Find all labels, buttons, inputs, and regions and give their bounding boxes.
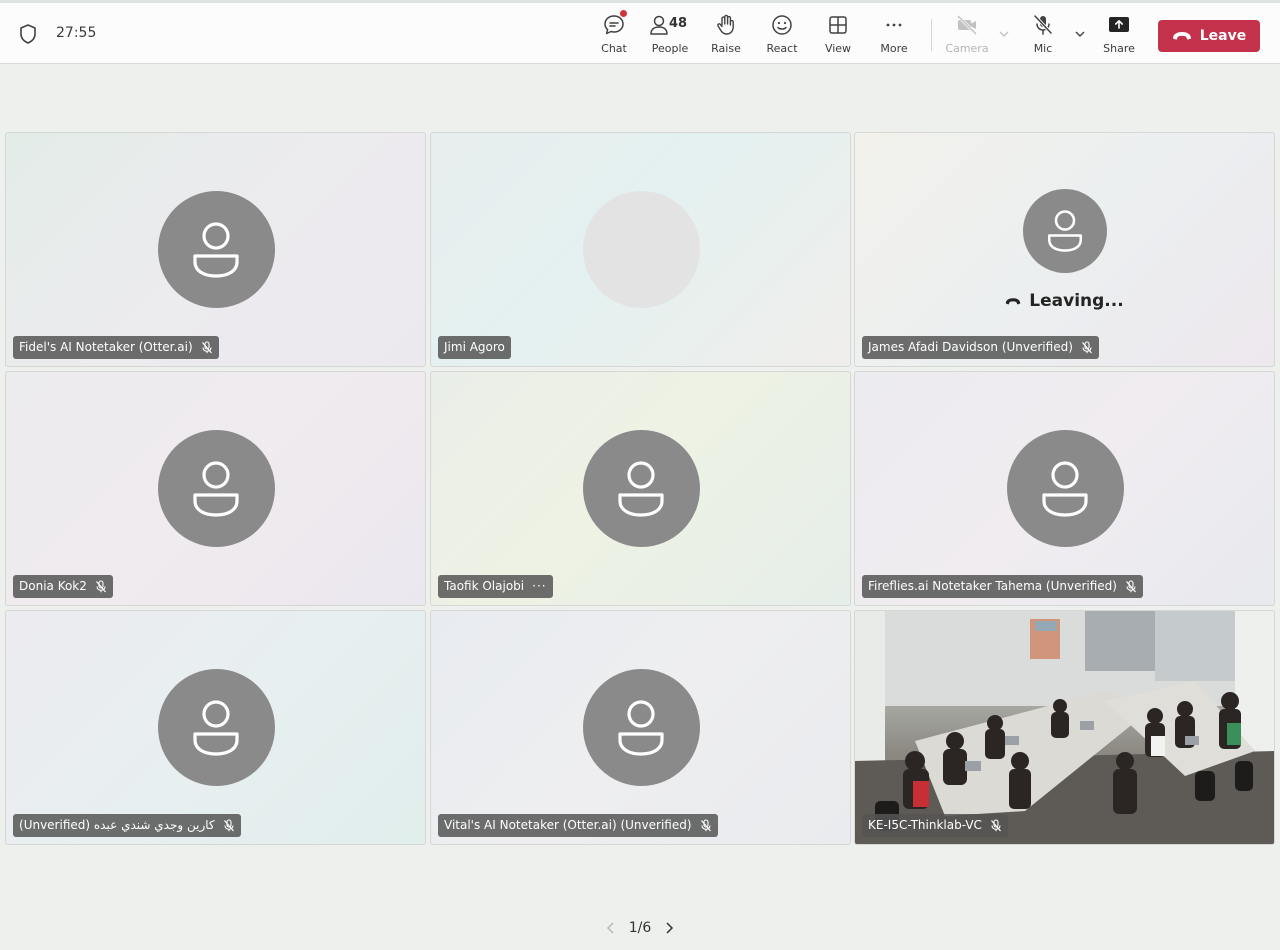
participant-tile[interactable]: Fidel's AI Notetaker (Otter.ai) <box>5 132 426 367</box>
avatar <box>1022 189 1107 273</box>
meeting-timer: 27:55 <box>56 25 97 41</box>
participant-name-tag: Fireflies.ai Notetaker Tahema (Unverifie… <box>862 575 1143 598</box>
avatar <box>157 191 275 308</box>
mic-options-chevron-icon[interactable] <box>1073 27 1087 41</box>
participant-tile[interactable]: Fireflies.ai Notetaker Tahema (Unverifie… <box>854 371 1275 606</box>
more-label: More <box>880 42 908 55</box>
hang-up-icon <box>1006 297 1021 305</box>
share-label: Share <box>1103 42 1135 55</box>
camera-button[interactable]: Camera <box>939 13 995 59</box>
mic-muted-icon <box>201 341 212 354</box>
mic-muted-icon <box>700 819 711 832</box>
previous-page-icon[interactable] <box>605 921 617 935</box>
people-count: 48 <box>669 16 688 31</box>
avatar <box>582 430 700 547</box>
people-icon: 48 <box>647 13 687 37</box>
emoji-icon <box>770 13 794 37</box>
camera-off-icon <box>955 13 979 37</box>
grid-view-icon <box>826 13 850 37</box>
participant-name: Taofik Olajobi <box>444 579 525 593</box>
participant-name: James Afadi Davidson (Unverified) <box>868 340 1073 354</box>
gallery-pagination: 1/6 <box>0 918 1280 938</box>
avatar <box>1006 430 1124 547</box>
leave-button[interactable]: Leave <box>1158 20 1260 52</box>
participant-name: Jimi Agoro <box>444 340 505 354</box>
mic-muted-icon <box>95 580 106 593</box>
raise-hand-button[interactable]: Raise <box>698 13 754 59</box>
more-icon <box>882 13 906 37</box>
chat-label: Chat <box>601 42 627 55</box>
share-button[interactable]: Share <box>1091 13 1147 59</box>
participant-tile[interactable]: Vital's AI Notetaker (Otter.ai) (Unverif… <box>430 610 851 845</box>
view-button[interactable]: View <box>810 13 866 59</box>
participant-name: Donia Kok2 <box>19 579 87 593</box>
meeting-toolbar: 27:55 Chat 48 People Raise React View Mo… <box>0 0 1280 64</box>
people-label: People <box>651 42 689 55</box>
camera-options-chevron-icon[interactable] <box>997 27 1011 41</box>
more-button[interactable]: More <box>866 13 922 59</box>
people-button[interactable]: 48 People <box>642 13 698 59</box>
participant-tile[interactable]: Taofik Olajobi ··· <box>430 371 851 606</box>
participant-tile[interactable]: كارين وجدي شندي عبده (Unverified) <box>5 610 426 845</box>
participant-name-tag: James Afadi Davidson (Unverified) <box>862 336 1099 359</box>
share-icon <box>1107 13 1131 37</box>
view-label: View <box>824 42 852 55</box>
chat-button[interactable]: Chat <box>586 10 642 59</box>
page-indicator: 1/6 <box>628 920 652 936</box>
participant-name: Vital's AI Notetaker (Otter.ai) (Unverif… <box>444 818 692 832</box>
mic-off-icon <box>1031 13 1055 37</box>
mic-muted-icon <box>1081 341 1092 354</box>
notification-dot <box>620 10 627 17</box>
leaving-label: Leaving... <box>1029 291 1124 311</box>
participant-tile[interactable]: Leaving... James Afadi Davidson (Unverif… <box>854 132 1275 367</box>
person-icon <box>193 699 239 756</box>
participant-name-tag: Taofik Olajobi ··· <box>438 575 553 598</box>
participant-name-tag: KE-I5C-Thinklab-VC <box>862 814 1008 837</box>
participant-name-tag: كارين وجدي شندي عبده (Unverified) <box>13 814 241 837</box>
raise-label: Raise <box>711 42 741 55</box>
mic-muted-icon <box>990 819 1001 832</box>
participant-name: كارين وجدي شندي عبده (Unverified) <box>19 818 215 832</box>
participant-tile[interactable]: Jimi Agoro <box>430 132 851 367</box>
react-label: React <box>766 42 798 55</box>
participant-name: Fidel's AI Notetaker (Otter.ai) <box>19 340 193 354</box>
person-icon <box>618 699 664 756</box>
participant-options-icon[interactable]: ··· <box>532 575 546 598</box>
person-icon <box>618 460 664 517</box>
avatar <box>157 430 275 547</box>
avatar <box>582 669 700 786</box>
leave-label: Leave <box>1199 28 1247 44</box>
mic-label: Mic <box>1033 42 1053 55</box>
participant-name-tag: Jimi Agoro <box>438 336 511 359</box>
camera-label: Camera <box>945 42 989 55</box>
chat-icon <box>602 10 627 37</box>
person-icon <box>193 221 239 278</box>
participant-name: KE-I5C-Thinklab-VC <box>868 818 982 832</box>
participant-video-tile[interactable]: KE-I5C-Thinklab-VC <box>854 610 1275 845</box>
mic-muted-icon <box>223 819 234 832</box>
person-icon <box>1042 460 1088 517</box>
next-page-icon[interactable] <box>663 921 675 935</box>
person-icon <box>1047 210 1082 252</box>
participant-name: Fireflies.ai Notetaker Tahema (Unverifie… <box>868 579 1117 593</box>
participant-name-tag: Vital's AI Notetaker (Otter.ai) (Unverif… <box>438 814 718 837</box>
mic-button[interactable]: Mic <box>1015 13 1071 59</box>
mic-muted-icon <box>1126 580 1136 593</box>
hang-up-icon <box>1172 32 1191 40</box>
participant-tile[interactable]: Donia Kok2 <box>5 371 426 606</box>
participant-name-tag: Donia Kok2 <box>13 575 113 598</box>
toolbar-divider <box>931 19 932 51</box>
leaving-status: Leaving... <box>855 291 1274 311</box>
avatar <box>157 669 275 786</box>
person-icon <box>193 460 239 517</box>
shield-icon[interactable] <box>19 24 37 44</box>
avatar <box>582 191 700 308</box>
participant-name-tag: Fidel's AI Notetaker (Otter.ai) <box>13 336 219 359</box>
hand-icon <box>714 13 738 37</box>
conference-room-video <box>855 611 1274 844</box>
react-button[interactable]: React <box>754 13 810 59</box>
